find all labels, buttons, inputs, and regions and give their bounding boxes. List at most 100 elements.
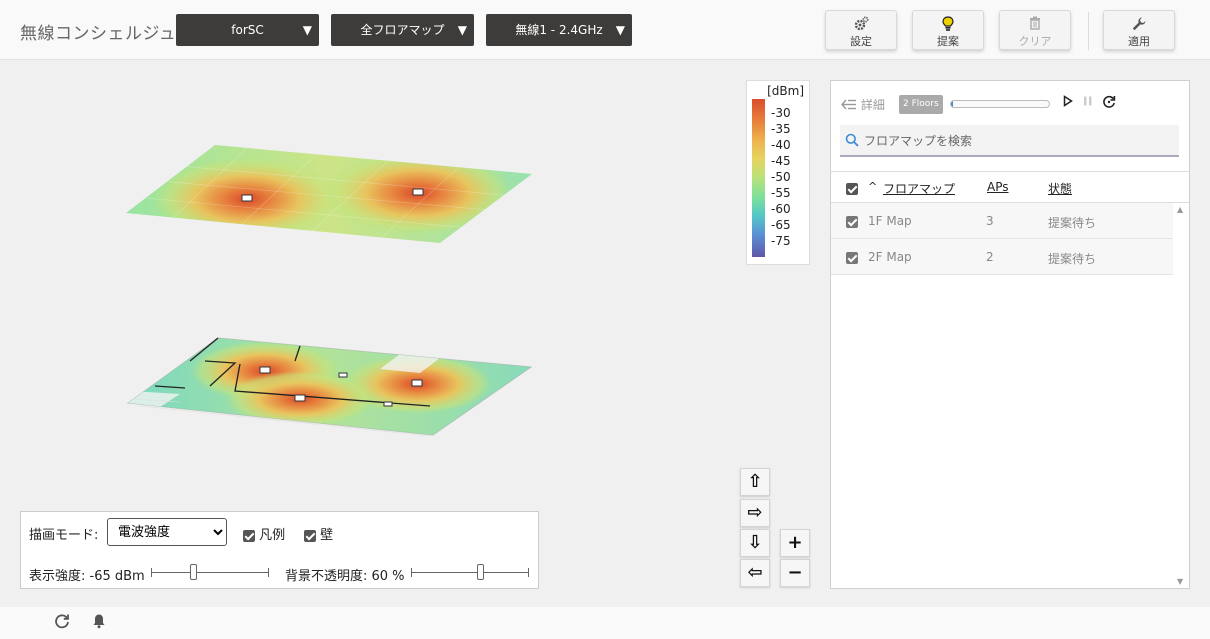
- zoom-in-button[interactable]: +: [780, 529, 810, 557]
- mode-label: 描画モード:: [29, 528, 99, 543]
- strength-slider-thumb[interactable]: [190, 564, 197, 580]
- status-footer: [0, 607, 1210, 639]
- zoom-out-button[interactable]: −: [780, 559, 810, 587]
- floor-search-box: [840, 125, 1179, 157]
- floor-dropdown-value: 全フロアマップ: [360, 23, 445, 37]
- access-point-marker[interactable]: [259, 366, 271, 374]
- floor-list-panel: 詳細 2 Floors ^ フロアマップ APs 状態 1F Map 3 提案待…: [830, 80, 1190, 589]
- toolbar-divider: [1088, 12, 1089, 50]
- floor-table-header: ^ フロアマップ APs 状態: [831, 171, 1189, 203]
- legend-checkbox[interactable]: [243, 529, 255, 542]
- app-title: 無線コンシェルジュ: [20, 24, 177, 44]
- access-point-marker[interactable]: [412, 188, 424, 196]
- chevron-down-icon: ▼: [615, 23, 625, 37]
- floor-search-input[interactable]: [864, 129, 1164, 153]
- signal-legend: [dBm] -30 -35 -40 -45 -50 -55 -60 -65 -7…: [746, 80, 810, 265]
- scroll-down-icon[interactable]: ▼: [1177, 577, 1183, 586]
- apply-button[interactable]: 適用: [1103, 10, 1175, 50]
- opacity-slider-thumb[interactable]: [477, 564, 484, 580]
- legend-tick: -35: [771, 122, 791, 136]
- legend-tick: -40: [771, 138, 791, 152]
- legend-tick: -65: [771, 218, 791, 232]
- plus-icon: +: [787, 532, 803, 553]
- floors-count-badge: 2 Floors: [899, 95, 943, 114]
- column-floor-map[interactable]: フロアマップ: [883, 180, 955, 197]
- opacity-label: 背景不透明度: 60 %: [285, 569, 405, 584]
- search-icon: [845, 132, 859, 151]
- arrow-right-icon: ⇨: [747, 502, 763, 523]
- row-ap-count: 3: [986, 214, 994, 228]
- row-checkbox[interactable]: [846, 250, 858, 264]
- wrench-icon: [1104, 16, 1174, 33]
- legend-unit: [dBm]: [767, 84, 804, 98]
- legend-tick: -50: [771, 170, 791, 184]
- table-row[interactable]: 2F Map 2 提案待ち: [831, 239, 1173, 275]
- trash-icon: [1000, 16, 1070, 33]
- settings-button[interactable]: 設定: [825, 10, 897, 50]
- select-all-checkbox[interactable]: [846, 181, 858, 195]
- render-mode-select[interactable]: 電波強度: [107, 518, 227, 546]
- wall-toggle[interactable]: 壁: [304, 524, 333, 543]
- app-header: 無線コンシェルジュ forSC ▼ 全フロアマップ ▼ 無線1 - 2.4GHz…: [0, 0, 1210, 60]
- network-dropdown[interactable]: forSC ▼: [176, 14, 319, 46]
- access-point-marker[interactable]: [411, 379, 423, 387]
- row-checkbox[interactable]: [846, 214, 858, 228]
- arrow-down-icon: ⇩: [747, 532, 763, 553]
- legend-tick: -75: [771, 234, 791, 248]
- legend-checkbox-label: 凡例: [259, 528, 286, 543]
- pan-right-button[interactable]: ⇨: [740, 499, 770, 527]
- minus-icon: −: [787, 562, 803, 583]
- row-ap-count: 2: [986, 250, 994, 264]
- clear-label: クリア: [1018, 35, 1052, 48]
- playback-progress-fill: [951, 101, 953, 107]
- scroll-up-icon[interactable]: ▲: [1177, 205, 1183, 214]
- pan-up-button[interactable]: ⇧: [740, 468, 770, 496]
- legend-tick: -45: [771, 154, 791, 168]
- row-floor-name: 2F Map: [868, 250, 912, 264]
- pause-icon[interactable]: [1083, 95, 1093, 110]
- column-status[interactable]: 状態: [1048, 180, 1072, 197]
- detail-label: 詳細: [860, 98, 885, 112]
- floor-2f-heatmap: [126, 145, 532, 243]
- legend-color-scale: [752, 99, 765, 257]
- chevron-down-icon: ▼: [457, 23, 467, 37]
- sort-ascending-icon: ^: [868, 180, 878, 193]
- floor-dropdown[interactable]: 全フロアマップ ▼: [331, 14, 474, 46]
- bell-icon[interactable]: [92, 613, 106, 633]
- legend-tick: -60: [771, 202, 791, 216]
- playback-progress[interactable]: [950, 100, 1050, 108]
- legend-toggle[interactable]: 凡例: [243, 524, 285, 543]
- wall-checkbox[interactable]: [304, 529, 316, 542]
- network-dropdown-value: forSC: [231, 23, 264, 37]
- reload-icon[interactable]: [1102, 95, 1116, 112]
- arrow-up-icon: ⇧: [747, 471, 763, 492]
- radio-dropdown-value: 無線1 - 2.4GHz: [515, 23, 603, 37]
- panel-scrollbar[interactable]: ▲ ▼: [1173, 203, 1189, 588]
- column-aps[interactable]: APs: [987, 180, 1009, 194]
- detail-back-button[interactable]: 詳細: [841, 96, 885, 113]
- refresh-icon[interactable]: [54, 613, 70, 633]
- play-icon[interactable]: [1063, 95, 1073, 110]
- apply-label: 適用: [1128, 35, 1150, 48]
- access-point-marker[interactable]: [294, 394, 306, 402]
- table-row[interactable]: 1F Map 3 提案待ち: [831, 203, 1173, 239]
- render-controls: 描画モード: 電波強度 凡例 壁 表示強度: -65 dBm 背景不透明度: 6…: [20, 511, 539, 589]
- row-status: 提案待ち: [1048, 216, 1097, 230]
- row-status: 提案待ち: [1048, 252, 1097, 266]
- legend-tick: -55: [771, 186, 791, 200]
- radio-dropdown[interactable]: 無線1 - 2.4GHz ▼: [486, 14, 632, 46]
- lightbulb-icon: [913, 16, 983, 33]
- floor-1f-heatmap: [126, 337, 533, 437]
- suggest-button[interactable]: 提案: [912, 10, 984, 50]
- opacity-slider[interactable]: [411, 564, 529, 580]
- pan-left-button[interactable]: ⇦: [740, 559, 770, 587]
- access-point-marker[interactable]: [241, 194, 253, 202]
- pan-down-button[interactable]: ⇩: [740, 529, 770, 557]
- sensor-marker: [338, 372, 348, 378]
- clear-button[interactable]: クリア: [999, 10, 1071, 50]
- gear-icon: [826, 16, 896, 33]
- suggest-label: 提案: [937, 35, 959, 48]
- chevron-down-icon: ▼: [302, 23, 312, 37]
- sensor-marker: [383, 401, 393, 407]
- strength-slider[interactable]: [151, 564, 269, 580]
